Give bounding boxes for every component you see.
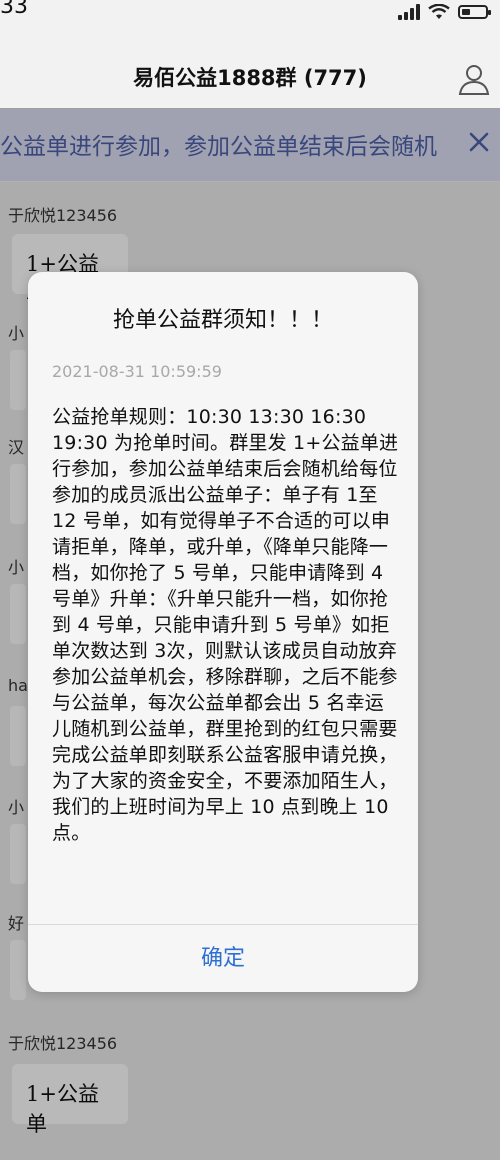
group-members-icon[interactable]	[456, 62, 492, 96]
dialog-title: 抢单公益群须知！！！	[112, 308, 333, 333]
signal-icon	[398, 4, 420, 20]
dialog-date: 2021-08-31 10:59:59	[52, 362, 222, 381]
chat-header: 易佰公益1888群 (777)	[0, 28, 500, 109]
group-title: 易佰公益1888群 (777)	[133, 66, 367, 90]
status-icons	[398, 4, 491, 20]
notice-dialog: 抢单公益群须知！！！ 2021-08-31 10:59:59 公益抢单规则：10…	[28, 272, 418, 992]
wifi-icon	[428, 4, 450, 19]
dialog-body: 公益抢单规则：10:30 13:30 16:30 19:30 为抢单时间。群里发…	[52, 406, 399, 844]
battery-icon	[458, 5, 491, 19]
status-bar: 33	[0, 0, 500, 28]
confirm-button[interactable]: 确定	[28, 925, 418, 992]
status-time: 33	[0, 0, 28, 19]
